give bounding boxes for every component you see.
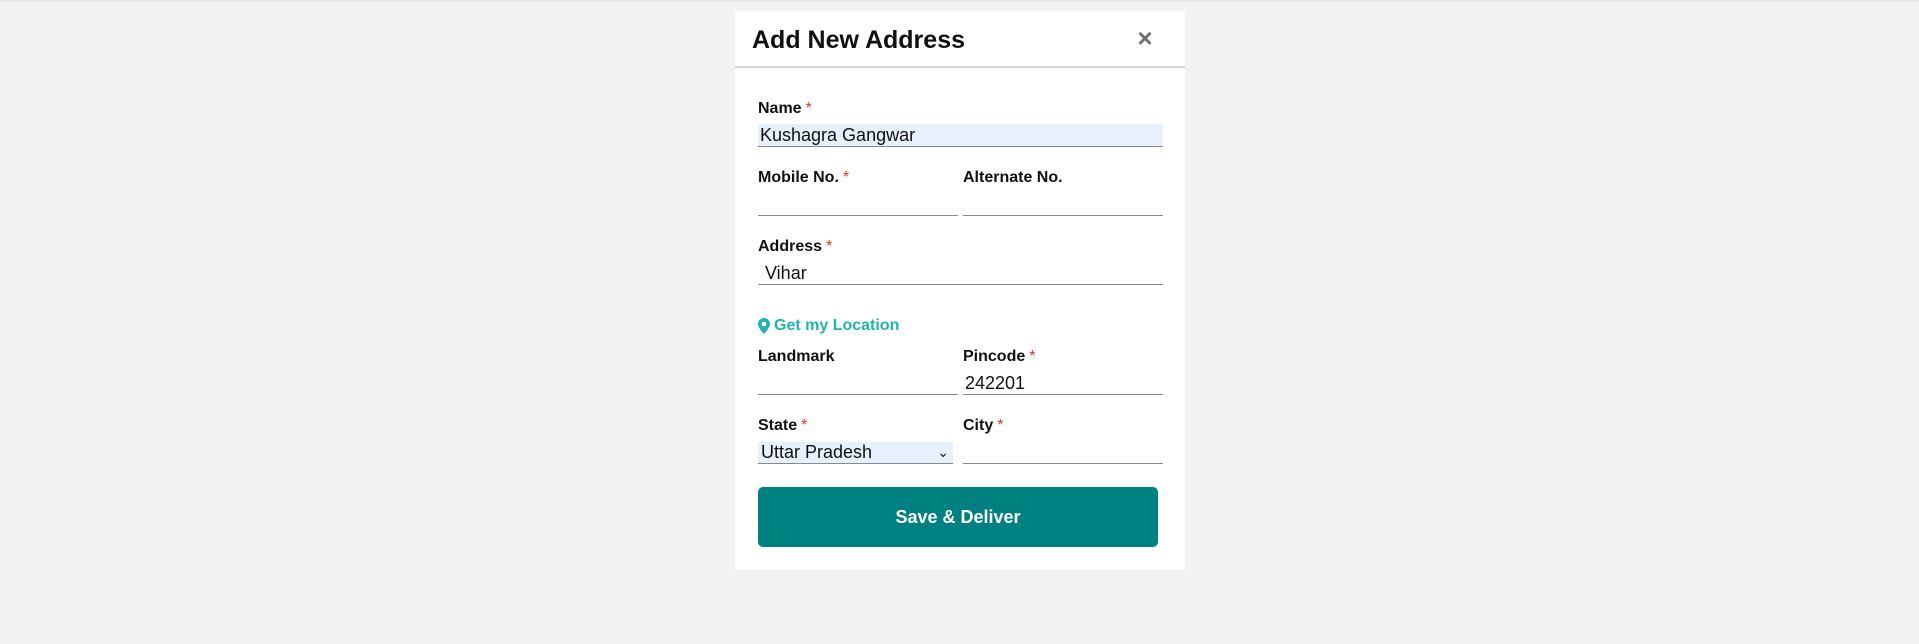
alternate-label: Alternate No. xyxy=(963,169,1063,186)
chevron-down-icon: ⌄ xyxy=(937,444,949,460)
name-field-group: Name * xyxy=(758,99,1163,149)
address-label-text: Address xyxy=(758,238,823,255)
city-label: City * xyxy=(963,416,1163,435)
mobile-label: Mobile No. * xyxy=(758,168,958,187)
top-border xyxy=(0,0,1919,2)
landmark-input[interactable] xyxy=(758,372,958,395)
address-input[interactable] xyxy=(758,262,1163,285)
landmark-label: Landmark xyxy=(758,348,835,365)
alternate-input[interactable] xyxy=(963,193,1163,216)
city-input[interactable] xyxy=(963,441,1163,464)
city-label-text: City xyxy=(963,417,994,434)
alternate-field-group: Alternate No. xyxy=(963,168,1163,218)
required-asterisk: * xyxy=(842,169,850,186)
modal-header: Add New Address × xyxy=(735,11,1185,68)
name-input[interactable] xyxy=(758,124,1163,147)
state-label-text: State xyxy=(758,417,798,434)
get-location-link[interactable]: Get my Location xyxy=(758,316,899,336)
required-asterisk: * xyxy=(1029,348,1036,365)
modal-title: Add New Address xyxy=(752,26,966,54)
mobile-field-group: Mobile No. * xyxy=(758,168,958,218)
city-field-group: City * xyxy=(963,416,1163,466)
name-label: Name * xyxy=(758,99,1163,118)
add-address-modal: Add New Address × Name* Mobile No.* Alte… xyxy=(735,11,1185,570)
name-label-text: Name xyxy=(758,100,802,117)
required-asterisk: * xyxy=(997,417,1004,434)
get-location-label: Get my Location xyxy=(774,317,900,334)
state-select-value: Uttar Pradesh xyxy=(761,442,873,462)
required-asterisk: * xyxy=(826,238,833,255)
state-field-group: State * Uttar Pradesh ⌄ xyxy=(758,416,958,466)
pincode-label: Pincode * xyxy=(963,347,1163,366)
close-button[interactable]: × xyxy=(1130,23,1160,53)
landmark-field-group: Landmark xyxy=(758,347,958,397)
address-label: Address * xyxy=(758,237,1163,256)
mobile-label-text: Mobile No. xyxy=(758,169,839,186)
address-field-group: Address * xyxy=(758,237,1163,287)
required-asterisk: * xyxy=(805,100,812,117)
map-marker-icon xyxy=(758,318,770,334)
state-select[interactable]: Uttar Pradesh ⌄ xyxy=(758,442,953,464)
pincode-label-text: Pincode xyxy=(963,348,1026,365)
required-asterisk: * xyxy=(801,417,808,434)
pincode-field-group: Pincode * xyxy=(963,347,1163,397)
pincode-input[interactable] xyxy=(963,372,1163,395)
mobile-input[interactable] xyxy=(758,193,958,216)
save-deliver-button[interactable]: Save & Deliver xyxy=(758,487,1158,547)
state-label: State * xyxy=(758,416,958,435)
